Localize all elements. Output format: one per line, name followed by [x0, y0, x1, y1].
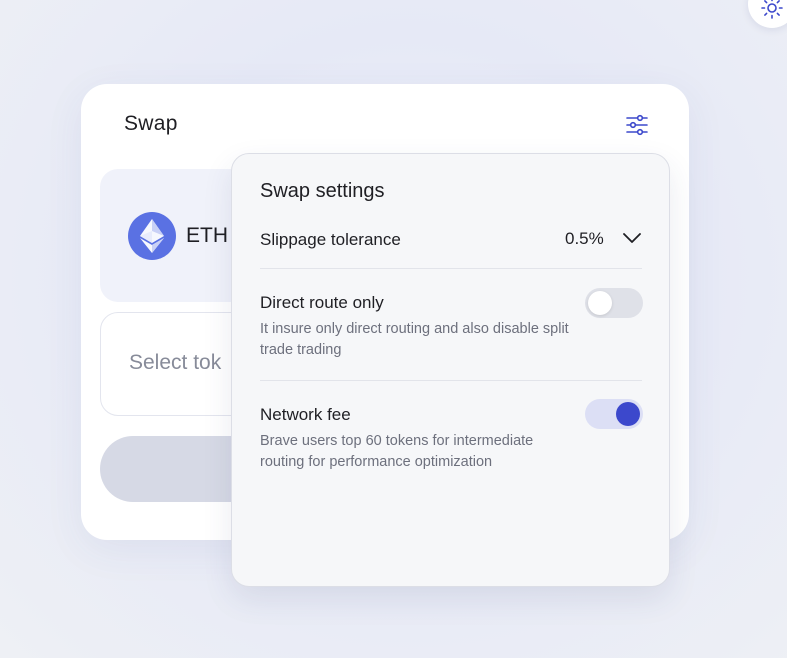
direct-route-label: Direct route only [260, 293, 384, 312]
slippage-value: 0.5% [565, 229, 604, 248]
divider [260, 380, 642, 381]
settings-button[interactable] [624, 112, 650, 138]
direct-route-toggle[interactable] [585, 288, 643, 318]
settings-title: Swap settings [260, 180, 385, 202]
sliders-icon [626, 114, 648, 136]
toggle-knob [588, 291, 612, 315]
direct-route-description: It insure only direct routing and also d… [260, 321, 569, 358]
swap-settings-popover: Swap settings Slippage tolerance 0.5% Di… [231, 153, 670, 587]
slippage-dropdown[interactable]: 0.5% [565, 224, 645, 254]
network-fee-toggle[interactable] [585, 399, 643, 429]
ethereum-icon[interactable] [128, 212, 176, 260]
select-token-placeholder[interactable]: Select tok [129, 351, 221, 375]
from-token-symbol[interactable]: ETH [186, 224, 228, 248]
slippage-label: Slippage tolerance [260, 230, 401, 249]
chevron-down-icon [623, 233, 641, 243]
toggle-knob [616, 402, 640, 426]
sun-icon [761, 0, 783, 19]
divider [260, 268, 642, 269]
network-fee-description: Brave users top 60 tokens for intermedia… [260, 433, 534, 470]
network-fee-label: Network fee [260, 405, 351, 424]
swap-title: Swap [124, 112, 178, 135]
theme-toggle-button[interactable] [748, 0, 787, 28]
